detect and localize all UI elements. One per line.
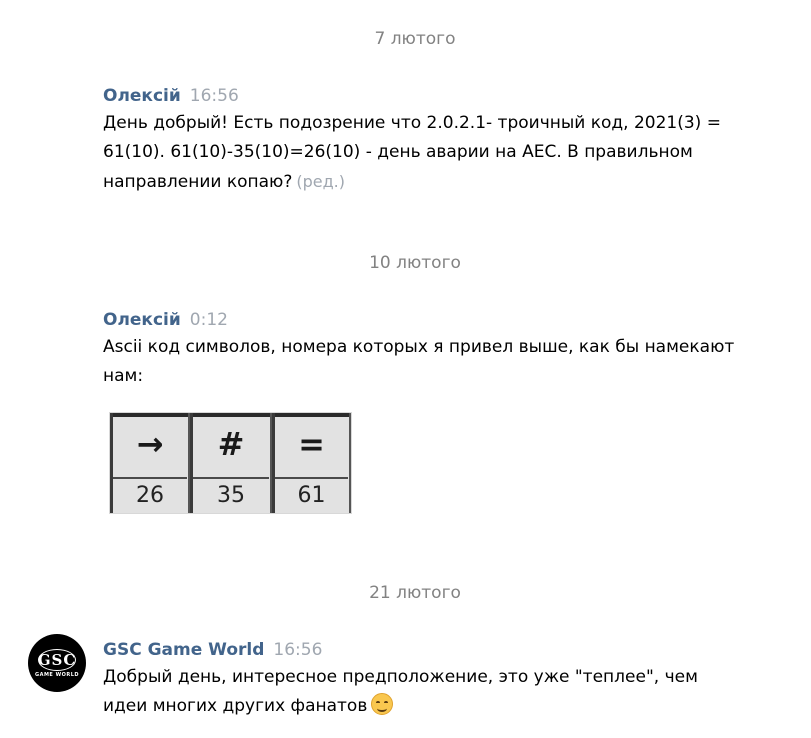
ascii-code: 61	[297, 483, 326, 508]
message-text-body: Добрый день, интересное предположение, э…	[103, 667, 698, 716]
message-header: GSC Game World 16:56	[103, 638, 743, 662]
ascii-cell: = 61	[272, 413, 351, 513]
arrow-right-icon: →	[136, 425, 164, 463]
message-text-body: День добрый! Есть подозрение что 2.0.2.1…	[103, 113, 721, 192]
message-header: Олексій 16:56	[103, 84, 743, 108]
smiling-face-icon	[371, 693, 394, 715]
equals-symbol: =	[298, 425, 325, 463]
gsc-logo: GSC	[37, 651, 77, 669]
edited-label[interactable]: (ред.)	[296, 172, 345, 191]
hash-symbol: #	[217, 425, 245, 463]
date-separator: 21 лютого	[369, 583, 461, 603]
ascii-table-image[interactable]: → 26 # 35 = 61	[109, 412, 352, 514]
message-text: Добрый день, интересное предположение, э…	[103, 663, 743, 721]
message-time[interactable]: 0:12	[190, 310, 228, 330]
message-text: Ascii код символов, номера которых я при…	[103, 337, 735, 386]
message: GSC Game World 16:56 Добрый день, интерес…	[103, 638, 743, 721]
ascii-code: 26	[136, 483, 164, 508]
ascii-code: 35	[217, 483, 245, 508]
message: Олексій 0:12 Ascii код символов, номера к…	[103, 308, 743, 391]
author-name[interactable]: Олексій	[103, 310, 181, 330]
message-text: День добрый! Есть подозрение что 2.0.2.1…	[103, 109, 743, 197]
date-separator: 7 лютого	[374, 29, 456, 49]
ascii-cell: # 35	[190, 413, 272, 513]
message: Олексій 16:56 День добрый! Есть подозрени…	[103, 84, 743, 197]
message-time[interactable]: 16:56	[273, 640, 322, 660]
ascii-cell: → 26	[110, 413, 190, 513]
author-name[interactable]: Олексій	[103, 86, 181, 106]
date-separator: 10 лютого	[369, 253, 461, 273]
avatar[interactable]: GSC GAME WORLD	[28, 634, 86, 692]
message-time[interactable]: 16:56	[190, 86, 239, 106]
gsc-logo-subtitle: GAME WORLD	[34, 672, 80, 678]
author-name[interactable]: GSC Game World	[103, 640, 264, 660]
message-header: Олексій 0:12	[103, 308, 743, 332]
